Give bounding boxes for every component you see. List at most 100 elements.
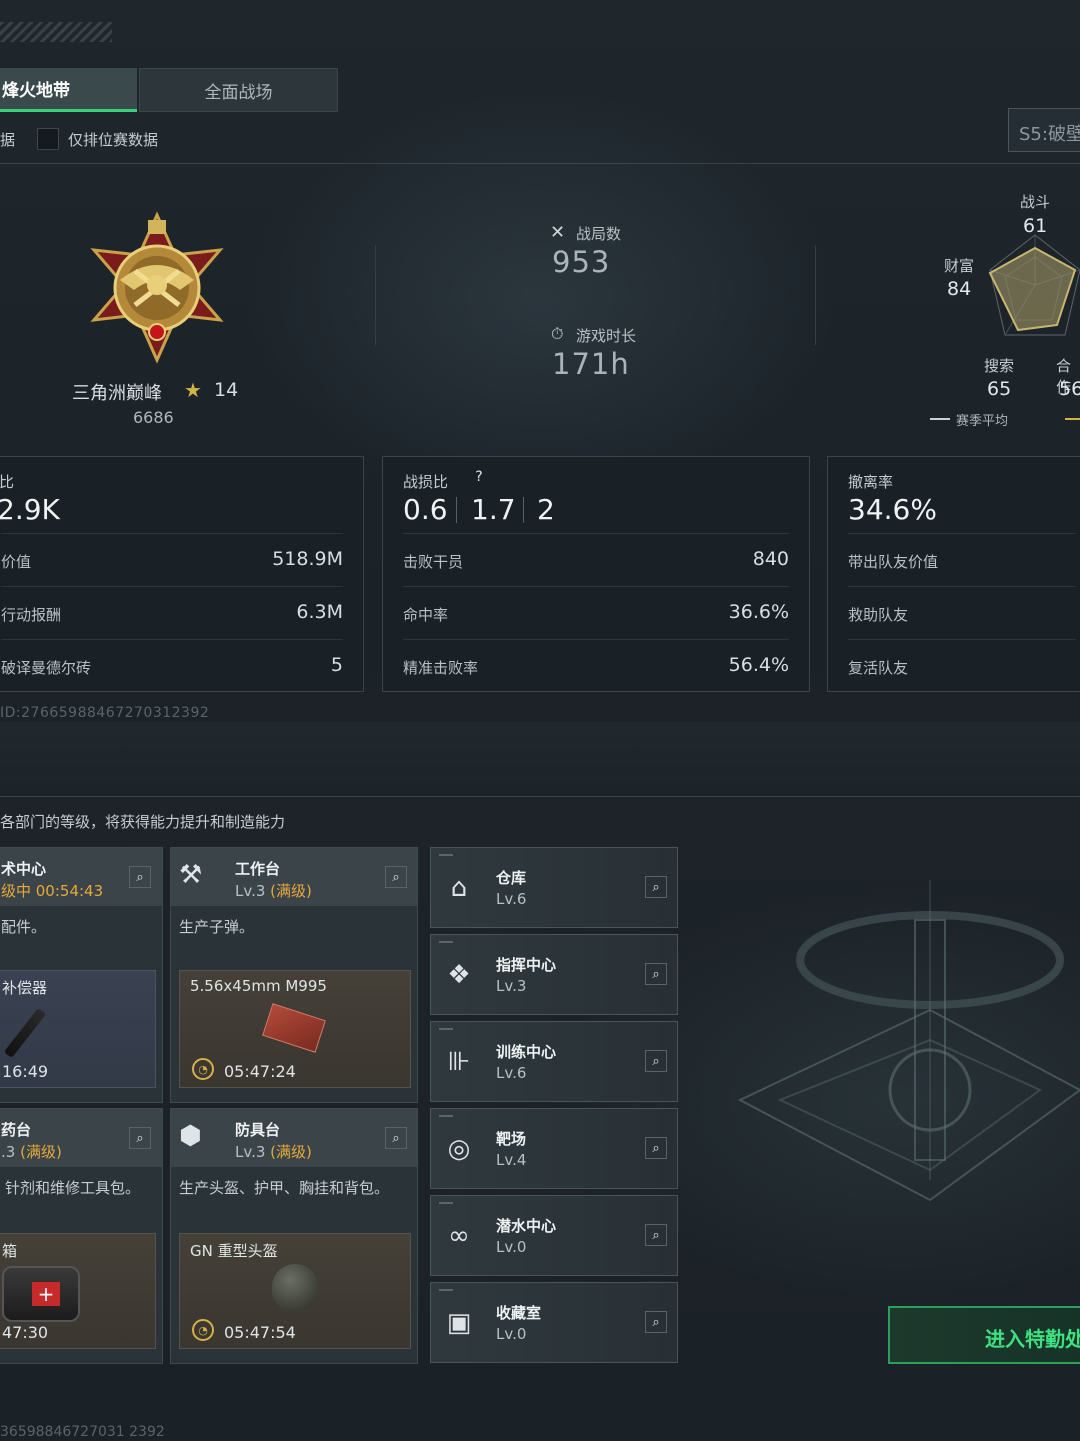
stat-key: 命中率	[403, 606, 449, 624]
stats-panel-extract: 撤离率 34.6% 带出队友价值 救助队友 复活队友	[827, 456, 1080, 692]
facility-card-tech-center[interactable]: 术中心 级中 00:54:43 ⌕ 配件。 补偿器 16:49	[0, 847, 163, 1103]
facility-desc: 生产头盔、护甲、胸挂和背包。	[179, 1179, 390, 1197]
search-icon[interactable]: ⌕	[645, 1311, 667, 1333]
facility-desc: 针剂和维修工具包。	[5, 1179, 141, 1197]
season-label: S5:破壁	[1019, 124, 1080, 145]
level-note: (满级)	[20, 1143, 62, 1161]
facility-level: Lv.0	[496, 1325, 527, 1343]
facility-shooting-range[interactable]: ◎ 靶场 Lv.4 ⌕	[430, 1108, 678, 1189]
production-item[interactable]: GN 重型头盔 ◔ 05:47:54	[179, 1233, 411, 1349]
stat-row: 复活队友	[848, 639, 1076, 691]
section-divider	[0, 796, 1080, 797]
stat-row: 精准击败率 56.4%	[403, 639, 789, 691]
facility-diving-center[interactable]: ∞ 潜水中心 Lv.0 ⌕	[430, 1195, 678, 1276]
facility-desc: 生产子弹。	[179, 918, 255, 936]
item-name: 补偿器	[2, 979, 48, 997]
stat-key: 复活队友	[848, 659, 909, 677]
stat-value: 36.6%	[728, 601, 789, 623]
kd-value-3: 2	[537, 493, 555, 526]
search-icon[interactable]: ⌕	[645, 876, 667, 898]
card-notch	[439, 1028, 453, 1030]
ammo-box-icon	[262, 1003, 326, 1053]
item-time: 05:47:24	[224, 1062, 296, 1081]
search-icon[interactable]: ⌕	[129, 1127, 151, 1149]
rank-medal-icon	[80, 210, 235, 365]
stat-row: 带出队友价值	[848, 533, 1076, 585]
tab-full-battlefield[interactable]: 全面战场	[139, 68, 338, 112]
facility-level: Lv.0	[496, 1238, 527, 1256]
playtime-value: 171h	[552, 347, 630, 381]
card-notch	[439, 1289, 453, 1291]
panel-title: 战损比	[403, 473, 449, 491]
level-note: (满级)	[270, 882, 312, 900]
item-time: 05:47:54	[224, 1323, 296, 1342]
header-hatch-decoration	[0, 22, 112, 42]
stat-value: 5	[330, 654, 343, 676]
medkit-icon: +	[2, 1266, 80, 1322]
search-icon[interactable]: ⌕	[385, 866, 407, 888]
item-name: GN 重型头盔	[190, 1242, 278, 1260]
production-item[interactable]: 5.56x45mm M995 ◔ 05:47:24	[179, 970, 411, 1088]
command-icon: ❖	[447, 960, 471, 990]
facility-desc: 配件。	[1, 918, 47, 936]
search-icon[interactable]: ⌕	[645, 1050, 667, 1072]
card-notch	[439, 1202, 453, 1204]
panel-title: 撤离率	[848, 473, 894, 491]
season-selector[interactable]: S5:破壁	[1008, 108, 1080, 152]
facility-collection-room[interactable]: ▣ 收藏室 Lv.0 ⌕	[430, 1282, 678, 1363]
radar-legend-season-avg: 赛季平均	[956, 414, 1009, 429]
level-note: (满级)	[270, 1143, 312, 1161]
facility-card-workbench[interactable]: ⚒ 工作台 Lv.3 (满级) ⌕ 生产子弹。 5.56x45mm M995 ◔…	[170, 847, 418, 1103]
help-icon[interactable]: ?	[469, 469, 489, 489]
enter-special-ops-button[interactable]: 进入特勤处	[888, 1306, 1080, 1364]
radar-combat-value: 61	[1023, 215, 1048, 237]
star-icon: ★	[184, 378, 202, 402]
kd-separator	[523, 497, 524, 523]
stopwatch-icon: ⏱	[551, 324, 564, 343]
stat-row: 救助队友	[848, 586, 1076, 638]
search-icon[interactable]: ⌕	[385, 1127, 407, 1149]
upgrade-timer: 级中 00:54:43	[1, 882, 104, 900]
search-icon[interactable]: ⌕	[645, 963, 667, 985]
facility-card-pharmacy[interactable]: 药台 .3 (满级) ⌕ 针剂和维修工具包。 箱 + 47:30	[0, 1108, 163, 1364]
player-id: ID:27665988467270312392	[0, 705, 210, 721]
stat-key: 行动报酬	[1, 606, 62, 624]
facility-training-center[interactable]: ⊪ 训练中心 Lv.6 ⌕	[430, 1021, 678, 1102]
stat-value: 518.9M	[272, 548, 343, 570]
card-notch	[439, 854, 453, 856]
warehouse-icon: ⌂	[450, 873, 468, 903]
kd-value-2: 1.7	[471, 493, 516, 526]
item-time: 47:30	[2, 1323, 49, 1342]
header-divider	[0, 163, 1080, 164]
stats-panel-kd: 战损比 ? 0.6 1.7 2 击败干员 840 命中率 36.6% 精准击败率 56…	[382, 456, 810, 692]
tab-firezone[interactable]: 烽火地带	[0, 68, 137, 112]
facility-level: .3 (满级)	[1, 1141, 62, 1162]
facility-level: Lv.3	[496, 977, 527, 995]
production-item[interactable]: 补偿器 16:49	[0, 970, 156, 1088]
matches-value: 953	[552, 245, 611, 279]
search-icon[interactable]: ⌕	[129, 866, 151, 888]
rank-stars: 14	[214, 379, 239, 401]
facility-card-armor-bench[interactable]: ⬢ 防具台 Lv.3 (满级) ⌕ 生产头盔、护甲、胸挂和背包。 GN 重型头盔…	[170, 1108, 418, 1364]
level-value: .3	[1, 1143, 16, 1161]
stat-row: 命中率 36.6%	[403, 586, 789, 638]
ranked-only-checkbox[interactable]	[37, 128, 59, 150]
search-icon[interactable]: ⌕	[645, 1137, 667, 1159]
radar-combat-label: 战斗	[1020, 193, 1051, 211]
radar-search-label: 搜索	[984, 357, 1015, 375]
stat-key: 精准击败率	[403, 659, 479, 677]
section-description: 各部门的等级，将获得能力提升和制造能力	[0, 813, 286, 831]
facility-name: 术中心	[1, 860, 47, 878]
stat-value: 840	[752, 548, 789, 570]
facility-warehouse[interactable]: ⌂ 仓库 Lv.6 ⌕	[430, 847, 678, 928]
stat-key: 价值	[1, 553, 32, 571]
ranked-only-label[interactable]: 仅排位赛数据	[68, 129, 158, 150]
facility-level: Lv.6	[496, 1064, 527, 1082]
ability-radar-chart: 战斗 61 财富 84 搜索 65 合作 56 赛季平均	[930, 185, 1080, 429]
search-icon[interactable]: ⌕	[645, 1224, 667, 1246]
crossed-swords-icon: ✕	[550, 222, 566, 243]
production-item[interactable]: 箱 + 47:30	[0, 1233, 156, 1349]
filter-left-stub: 据	[0, 131, 16, 149]
facility-command-center[interactable]: ❖ 指挥中心 Lv.3 ⌕	[430, 934, 678, 1015]
stat-divider	[375, 245, 376, 345]
